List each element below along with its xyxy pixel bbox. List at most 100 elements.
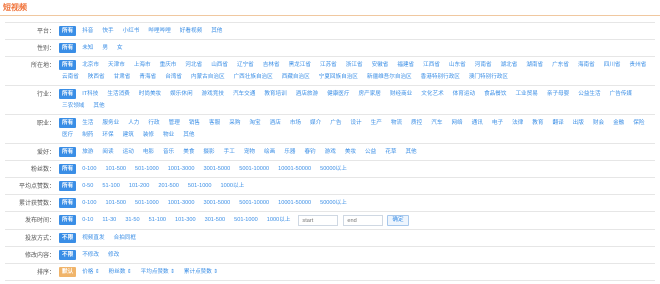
filter-option[interactable]: 湖南省 <box>523 60 546 70</box>
filter-option[interactable]: 101-300 <box>172 215 199 225</box>
filter-option[interactable]: 山东省 <box>446 60 469 70</box>
filter-option-selected[interactable]: 所有 <box>59 147 77 157</box>
filter-option[interactable]: 广西壮族自治区 <box>231 72 276 82</box>
filter-option[interactable]: 公益生活 <box>575 89 603 99</box>
filter-option[interactable]: 0-100 <box>79 198 99 208</box>
filter-option[interactable]: 501-1000 <box>231 215 261 225</box>
filter-option[interactable]: 美妆 <box>342 147 359 157</box>
filter-option[interactable]: 其他 <box>208 26 225 36</box>
filter-option[interactable]: 汽车 <box>428 118 445 128</box>
sort-option-selected[interactable]: 默认 <box>59 267 77 277</box>
filter-option[interactable]: 客服 <box>206 118 223 128</box>
filter-option[interactable]: 上海市 <box>131 60 154 70</box>
filter-option[interactable]: 生活 <box>79 118 96 128</box>
filter-option[interactable]: 黑龙江省 <box>286 60 314 70</box>
filter-option[interactable]: 浙江省 <box>343 60 366 70</box>
filter-option[interactable]: 阅读 <box>99 147 116 157</box>
filter-option[interactable]: 湖北省 <box>498 60 521 70</box>
filter-option[interactable]: 1000以上 <box>218 181 248 191</box>
filter-option[interactable]: 哔哩哔哩 <box>145 26 173 36</box>
filter-option[interactable]: 50000以上 <box>317 198 350 208</box>
filter-option[interactable]: 合拍同框 <box>111 233 139 243</box>
filter-option[interactable]: 装修 <box>140 130 157 140</box>
filter-option[interactable]: 福建省 <box>394 60 417 70</box>
filter-option[interactable]: 未知 <box>79 43 96 53</box>
filter-option[interactable]: 其他 <box>90 101 107 111</box>
filter-option[interactable]: 健康医疗 <box>324 89 352 99</box>
filter-option[interactable]: 教育 <box>529 118 546 128</box>
filter-option[interactable]: 501-1000 <box>185 181 215 191</box>
filter-option-selected[interactable]: 所有 <box>59 43 77 53</box>
filter-option[interactable]: 101-500 <box>103 198 130 208</box>
filter-option[interactable]: 食品餐饮 <box>481 89 509 99</box>
filter-option[interactable]: 不修改 <box>79 250 102 260</box>
filter-option-selected[interactable]: 所有 <box>59 164 77 174</box>
filter-option[interactable]: 5001-10000 <box>236 164 272 174</box>
filter-option-selected[interactable]: 所有 <box>59 118 77 128</box>
filter-option[interactable]: 生活消费 <box>104 89 132 99</box>
filter-option[interactable]: 采购 <box>226 118 243 128</box>
filter-option[interactable]: 10001-50000 <box>275 198 314 208</box>
filter-option[interactable]: 工业贸易 <box>512 89 540 99</box>
filter-option[interactable]: 山西省 <box>208 60 231 70</box>
filter-option[interactable]: 甘肃省 <box>111 72 134 82</box>
filter-option[interactable]: 保险 <box>630 118 647 128</box>
filter-option[interactable]: 手工 <box>221 147 238 157</box>
filter-option[interactable]: 酒店旅游 <box>293 89 321 99</box>
filter-option[interactable]: 1001-3000 <box>165 198 198 208</box>
filter-option[interactable]: 文化艺术 <box>418 89 446 99</box>
filter-option[interactable]: 房产家居 <box>356 89 384 99</box>
filter-option[interactable]: 广告传媒 <box>607 89 635 99</box>
filter-option[interactable]: 51-100 <box>99 181 122 191</box>
sort-option[interactable]: 平均点赞数 ⇕ <box>138 267 178 277</box>
filter-option[interactable]: 301-500 <box>202 215 229 225</box>
filter-option[interactable]: 乐器 <box>281 147 298 157</box>
filter-option[interactable]: 10001-50000 <box>275 164 314 174</box>
end-date-input[interactable] <box>343 215 384 226</box>
filter-option[interactable]: 人力 <box>125 118 142 128</box>
confirm-button[interactable]: 确定 <box>387 215 409 226</box>
filter-option[interactable]: 辽宁省 <box>234 60 257 70</box>
filter-option[interactable]: 101-200 <box>126 181 153 191</box>
filter-option[interactable]: 行政 <box>145 118 162 128</box>
filter-option[interactable]: 其他 <box>180 130 197 140</box>
filter-option[interactable]: 酒店 <box>267 118 284 128</box>
filter-option[interactable]: 时尚美妆 <box>136 89 164 99</box>
filter-option[interactable]: 北京市 <box>79 60 102 70</box>
filter-option[interactable]: 修改 <box>105 250 122 260</box>
filter-option[interactable]: 亲子母婴 <box>544 89 572 99</box>
filter-option[interactable]: 摄影 <box>200 147 217 157</box>
filter-option[interactable]: 香港特别行政区 <box>418 72 463 82</box>
filter-option-selected[interactable]: 所有 <box>59 60 77 70</box>
filter-option[interactable]: 生产 <box>368 118 385 128</box>
filter-option[interactable]: 新疆维吾尔自治区 <box>364 72 415 82</box>
filter-option[interactable]: 财经商业 <box>387 89 415 99</box>
filter-option[interactable]: 春钓 <box>301 147 318 157</box>
filter-option[interactable]: 娱乐休闲 <box>167 89 195 99</box>
filter-option-selected[interactable]: 所有 <box>59 181 77 191</box>
filter-option[interactable]: 设计 <box>347 118 364 128</box>
filter-option[interactable]: 网络 <box>448 118 465 128</box>
filter-option[interactable]: 通讯 <box>469 118 486 128</box>
filter-option[interactable]: 视频直发 <box>79 233 107 243</box>
filter-option[interactable]: 重庆市 <box>157 60 180 70</box>
filter-option[interactable]: 澳门特别行政区 <box>466 72 511 82</box>
filter-option[interactable]: 财会 <box>590 118 607 128</box>
filter-option[interactable]: 青海省 <box>136 72 159 82</box>
filter-option[interactable]: 吉林省 <box>260 60 283 70</box>
filter-option[interactable]: 501-1000 <box>132 164 162 174</box>
filter-option[interactable]: 男 <box>99 43 111 53</box>
filter-option[interactable]: 31-50 <box>122 215 142 225</box>
filter-option[interactable]: 电子 <box>489 118 506 128</box>
filter-option[interactable]: 管理 <box>166 118 183 128</box>
filter-option[interactable]: 0-10 <box>79 215 96 225</box>
filter-option[interactable]: 11-30 <box>99 215 119 225</box>
filter-option[interactable]: 制药 <box>79 130 96 140</box>
filter-option[interactable]: 教育培训 <box>261 89 289 99</box>
filter-option[interactable]: 四川省 <box>601 60 624 70</box>
filter-option[interactable]: 0-50 <box>79 181 96 191</box>
filter-option[interactable]: 服务业 <box>99 118 122 128</box>
sort-option[interactable]: 累计点赞数 ⇕ <box>181 267 221 277</box>
filter-option[interactable]: 宠物 <box>241 147 258 157</box>
filter-option[interactable]: 内蒙古自治区 <box>188 72 228 82</box>
